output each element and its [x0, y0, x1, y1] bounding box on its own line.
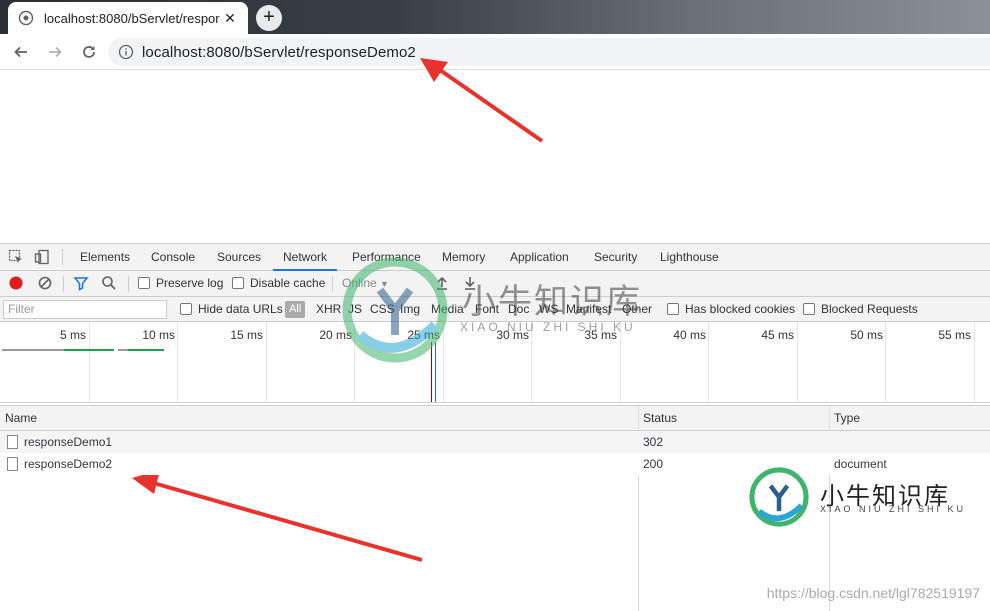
- request-type: [829, 431, 834, 453]
- tab-security[interactable]: Security: [594, 244, 637, 271]
- request-status: 200: [643, 457, 664, 471]
- request-status: 302: [643, 435, 664, 449]
- device-toolbar-icon[interactable]: [34, 249, 50, 265]
- request-bar-download: [128, 349, 164, 351]
- table-row[interactable]: responseDemo2 200 document: [0, 453, 990, 475]
- document-icon: [7, 457, 18, 471]
- grid-line: [177, 322, 178, 402]
- devtools-tabbar: Elements Console Sources Network Perform…: [0, 243, 990, 271]
- watermark-logo-icon: [342, 257, 448, 363]
- inspect-element-icon[interactable]: [8, 249, 24, 265]
- request-type: document: [834, 457, 887, 471]
- divider: [63, 276, 64, 292]
- tick-label: 5 ms: [59, 328, 86, 342]
- document-icon: [7, 435, 18, 449]
- search-icon[interactable]: [101, 275, 117, 291]
- hide-data-urls-checkbox[interactable]: Hide data URLs: [180, 297, 283, 321]
- tick-label: 15 ms: [230, 328, 263, 342]
- tab-application[interactable]: Application: [510, 244, 569, 271]
- tick-label: 10 ms: [142, 328, 175, 342]
- divider: [62, 249, 63, 265]
- tab-sources[interactable]: Sources: [217, 244, 261, 271]
- request-name: responseDemo2: [24, 457, 113, 471]
- has-blocked-cookies-label: Has blocked cookies: [685, 302, 796, 316]
- blocked-requests-label: Blocked Requests: [821, 302, 918, 316]
- grid-line: [620, 322, 621, 402]
- filter-all[interactable]: All: [285, 301, 306, 318]
- clear-icon[interactable]: [37, 275, 53, 291]
- watermark-pinyin-small: XIAO NIU ZHI SHI KU: [820, 504, 967, 514]
- tick-label: 45 ms: [761, 328, 794, 342]
- preserve-log-label: Preserve log: [156, 276, 224, 290]
- column-name[interactable]: Name: [0, 406, 37, 431]
- arrow-head-top: [420, 58, 448, 82]
- disable-cache-checkbox[interactable]: Disable cache: [232, 271, 325, 296]
- source-credit: https://blog.csdn.net/lgl782519197: [766, 585, 980, 601]
- request-bar-waiting: [118, 349, 128, 351]
- tab-network[interactable]: Network: [273, 244, 338, 271]
- request-bar-waiting: [2, 349, 64, 351]
- grid-line: [974, 322, 975, 402]
- record-icon[interactable]: [8, 275, 24, 291]
- grid-line: [708, 322, 709, 402]
- filter-input[interactable]: Filter: [3, 300, 167, 319]
- grid-line: [885, 322, 886, 402]
- tab-elements[interactable]: Elements: [80, 244, 130, 271]
- arrow-line-bottom: [149, 480, 423, 562]
- tick-label: 55 ms: [938, 328, 971, 342]
- preserve-log-checkbox[interactable]: Preserve log: [138, 271, 223, 296]
- request-name-cell: responseDemo2: [2, 453, 112, 475]
- arrow-line-top: [438, 68, 544, 143]
- grid-line: [531, 322, 532, 402]
- divider: [332, 276, 333, 292]
- tick-label: 50 ms: [850, 328, 883, 342]
- request-table-header: Name Status Type: [0, 405, 990, 431]
- table-row[interactable]: responseDemo1 302: [0, 431, 990, 453]
- request-name-cell: responseDemo1: [2, 431, 112, 453]
- watermark-pinyin: XIAO NIU ZHI SHI KU: [460, 320, 636, 334]
- request-name: responseDemo1: [24, 435, 113, 449]
- disable-cache-label: Disable cache: [250, 276, 326, 290]
- filter-xhr[interactable]: XHR: [316, 297, 341, 321]
- tab-console[interactable]: Console: [151, 244, 195, 271]
- hide-data-urls-label: Hide data URLs: [198, 302, 283, 316]
- request-bar-download: [64, 349, 114, 351]
- filter-funnel-icon[interactable]: [73, 275, 89, 291]
- timeline-overview[interactable]: 5 ms 10 ms 15 ms 20 ms 25 ms 30 ms 35 ms…: [0, 322, 990, 403]
- column-status[interactable]: Status: [638, 406, 677, 431]
- has-blocked-cookies-checkbox[interactable]: Has blocked cookies: [667, 297, 795, 321]
- blocked-requests-checkbox[interactable]: Blocked Requests: [803, 297, 918, 321]
- watermark-logo-icon: [749, 467, 809, 527]
- divider: [128, 276, 129, 292]
- grid-line: [89, 322, 90, 402]
- tab-lighthouse[interactable]: Lighthouse: [660, 244, 719, 271]
- watermark-brand: 小牛知识库: [462, 283, 642, 321]
- column-type[interactable]: Type: [829, 406, 860, 431]
- tick-label: 40 ms: [673, 328, 706, 342]
- grid-line: [797, 322, 798, 402]
- grid-line: [266, 322, 267, 402]
